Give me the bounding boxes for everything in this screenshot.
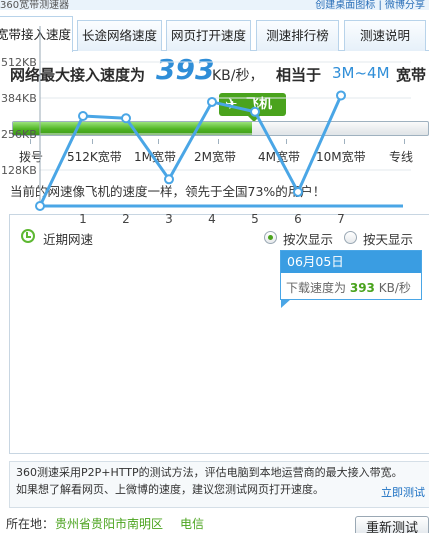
speed-unit: KB/秒， bbox=[212, 68, 264, 84]
tooltip-unit: KB/秒 bbox=[378, 281, 411, 295]
chart-tooltip: 06月05日 下载速度为 393 KB/秒 bbox=[280, 250, 422, 308]
tab-access-speed[interactable]: 宽带接入速度 bbox=[0, 16, 73, 52]
retest-button[interactable]: 重新测试 bbox=[355, 516, 429, 533]
airplane-icon: ✈ bbox=[225, 95, 238, 113]
speed-result: 网络最大接入速度为 393 KB/秒， 相当于 3M~4M 宽带 bbox=[10, 53, 429, 91]
tick-label: 拨号 bbox=[19, 150, 44, 164]
clock-icon bbox=[21, 229, 35, 243]
speed-value: 393 bbox=[156, 53, 215, 86]
tab-bar: 宽带接入速度 长途网络速度 网页打开速度 测速排行榜 测速说明 bbox=[0, 16, 429, 52]
tab-long-distance[interactable]: 长途网络速度 bbox=[77, 20, 162, 51]
data-point bbox=[336, 90, 346, 101]
equiv-prefix: 相当于 bbox=[276, 66, 322, 84]
speed-bar-labels: 拨号 512K宽带 1M宽带 2M宽带 4M宽带 10M宽带 专线 bbox=[0, 148, 429, 166]
tick-label: 4M宽带 bbox=[258, 150, 300, 164]
comparison-text: 当前的网速像飞机的速度一样，领先于全国73%的用户！ bbox=[10, 184, 326, 199]
info-box: 360测速采用P2P+HTTP的测试方法，评估电脑到本地运营商的最大接入带宽。 … bbox=[9, 461, 429, 508]
tab-ranking[interactable]: 测速排行榜 bbox=[256, 20, 339, 51]
app-title: 360宽带测速器 bbox=[0, 0, 70, 10]
tooltip-pointer bbox=[281, 299, 291, 308]
y-tick-label: 384KB bbox=[1, 92, 37, 105]
tooltip-date: 06月05日 bbox=[281, 251, 421, 273]
tab-help[interactable]: 测速说明 bbox=[344, 20, 426, 51]
radio-by-day[interactable] bbox=[344, 231, 357, 244]
tooltip-label: 下载速度为 bbox=[286, 281, 347, 295]
tick-label: 专线 bbox=[389, 150, 414, 164]
top-links[interactable]: 创建桌面图标 | 微博分享 bbox=[315, 0, 425, 10]
info-line-1: 360测速采用P2P+HTTP的测试方法，评估电脑到本地运营商的最大接入带宽。 bbox=[16, 466, 403, 479]
origin-point bbox=[35, 201, 45, 211]
equiv-suffix: 宽带 bbox=[396, 66, 427, 84]
tooltip-body: 下载速度为 393 KB/秒 bbox=[286, 279, 411, 296]
data-point bbox=[207, 96, 217, 107]
speed-prefix: 网络最大接入速度为 bbox=[10, 66, 146, 84]
location-label: 所在地： bbox=[6, 517, 55, 531]
radio-by-count-label[interactable]: 按次显示 bbox=[283, 229, 333, 248]
info-line-2: 如果想了解看网页、上微博的速度，建议您测试网页打开速度。 bbox=[16, 483, 324, 496]
speed-bar-tickmarks bbox=[0, 137, 429, 147]
equiv-range: 3M~4M bbox=[332, 64, 390, 82]
speed-bar-fill bbox=[13, 122, 252, 135]
speed-bar bbox=[12, 121, 429, 136]
tab-page-open[interactable]: 网页打开速度 bbox=[166, 20, 251, 51]
tooltip-value: 393 bbox=[349, 281, 375, 295]
title-bar: 360宽带测速器 创建桌面图标 | 微博分享 bbox=[0, 0, 429, 10]
tick-label: 1M宽带 bbox=[134, 150, 176, 164]
tick-label: 512K宽带 bbox=[67, 150, 122, 164]
data-point bbox=[78, 111, 88, 121]
tick-label: 10M宽带 bbox=[316, 150, 366, 164]
radio-by-day-label[interactable]: 按天显示 bbox=[363, 229, 413, 248]
tick-label: 2M宽带 bbox=[194, 150, 236, 164]
test-now-link[interactable]: 立即测试 bbox=[381, 484, 425, 501]
speed-level-label: 飞机 bbox=[246, 97, 273, 112]
radio-by-count[interactable] bbox=[264, 231, 277, 244]
speed-level-badge: ✈ 飞机 bbox=[219, 93, 286, 122]
isp-value: 电信 bbox=[180, 517, 205, 531]
location-value: 贵州省贵阳市南明区 bbox=[55, 517, 164, 531]
chart-title: 近期网速 bbox=[43, 232, 94, 247]
